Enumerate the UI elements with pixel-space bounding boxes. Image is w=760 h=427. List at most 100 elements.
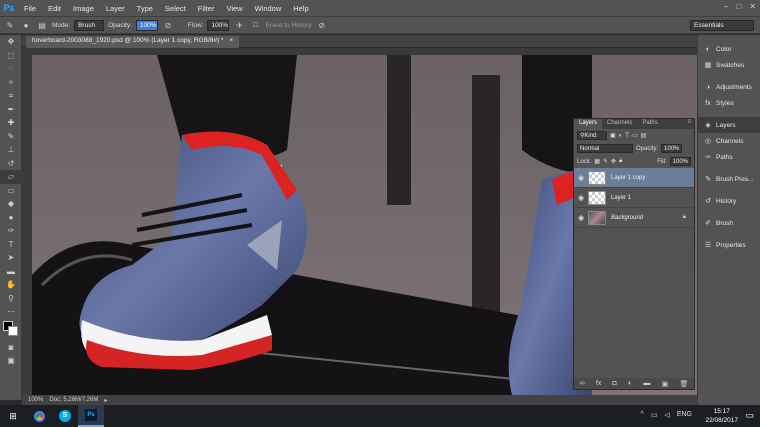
delete-layer-icon[interactable]: 🗑︎ — [679, 380, 688, 388]
new-adjustment-icon[interactable]: ◐ — [628, 380, 632, 387]
type-tool-icon[interactable]: T — [0, 238, 22, 252]
link-layers-icon[interactable]: ∞ — [580, 380, 585, 387]
lock-transparent-icon[interactable]: ▦ — [594, 158, 600, 165]
tab-channels[interactable]: Channels — [602, 119, 637, 129]
lock-pixels-icon[interactable]: ✎ — [603, 158, 608, 165]
dock-adjustments[interactable]: ◑ Adjustments — [698, 79, 760, 95]
path-select-tool-icon[interactable]: ➤ — [0, 251, 22, 265]
eraser-tool-icon[interactable]: ▱ — [0, 170, 22, 184]
move-tool-icon[interactable]: ✥ — [0, 35, 22, 49]
volume-icon[interactable]: ◁ — [664, 411, 669, 419]
zoom-level[interactable]: 100% — [28, 397, 43, 403]
visibility-eye-icon[interactable]: ◉ — [574, 214, 588, 222]
hand-tool-icon[interactable]: ✋ — [0, 278, 22, 292]
menu-view[interactable]: View — [220, 4, 248, 13]
history-brush-tool-icon[interactable]: ↺ — [0, 157, 22, 171]
layer-opacity-input[interactable]: 100% — [661, 144, 683, 153]
visibility-eye-icon[interactable]: ◉ — [574, 174, 588, 182]
dock-paths[interactable]: ✑ Paths — [698, 149, 760, 165]
color-swatches[interactable] — [0, 319, 21, 341]
lock-all-icon[interactable]: 🔒︎ — [619, 158, 622, 165]
healing-tool-icon[interactable]: ✚ — [0, 116, 22, 130]
kind-filter-select[interactable]: ⚲ Kind — [577, 131, 607, 140]
lock-position-icon[interactable]: ✥ — [611, 158, 616, 165]
minimize-button[interactable]: – — [724, 2, 728, 11]
crop-tool-icon[interactable]: ⌗ — [0, 89, 22, 103]
filter-shape-icon[interactable]: ▭ — [632, 132, 638, 139]
tray-chevron-icon[interactable]: ^ — [641, 411, 644, 419]
dock-brush[interactable]: ✐ Brush — [698, 215, 760, 231]
new-layer-icon[interactable]: ▣ — [662, 380, 669, 388]
dock-layers[interactable]: ◈ Layers — [698, 117, 760, 133]
pen-tool-icon[interactable]: ✑ — [0, 224, 22, 238]
layer-row-layer-1-copy[interactable]: ◉ Layer 1 copy — [574, 168, 694, 188]
shape-tool-icon[interactable]: ▬ — [0, 265, 22, 279]
add-mask-icon[interactable]: ◘ — [613, 380, 617, 387]
clock[interactable]: 15:17 22/08/2017 — [705, 407, 738, 425]
filter-adjustment-icon[interactable]: ◐ — [619, 133, 623, 139]
maximize-button[interactable]: □ — [736, 2, 741, 11]
erase-history-checkbox[interactable]: ☐ — [249, 19, 261, 31]
close-window-button[interactable]: ✕ — [749, 2, 756, 11]
lasso-tool-icon[interactable]: ◌ — [0, 62, 22, 76]
menu-filter[interactable]: Filter — [192, 4, 221, 13]
mode-select[interactable]: Brush — [74, 19, 105, 31]
visibility-eye-icon[interactable]: ◉ — [574, 194, 588, 202]
zoom-tool-icon[interactable]: ⚲ — [0, 292, 22, 306]
status-menu-arrow-icon[interactable]: ▸ — [104, 397, 107, 404]
eyedropper-tool-icon[interactable]: ✒ — [0, 103, 22, 117]
new-group-icon[interactable]: ▬ — [643, 380, 650, 387]
filter-type-icon[interactable]: T — [625, 133, 629, 139]
dock-brush-presets[interactable]: ✎ Brush Pres... — [698, 171, 760, 187]
menu-window[interactable]: Window — [249, 4, 288, 13]
edit-toolbar-icon[interactable]: ⋯ — [0, 305, 22, 319]
tab-paths[interactable]: Paths — [637, 119, 662, 129]
airbrush-icon[interactable]: ✈ — [233, 19, 245, 31]
brush-size-picker-icon[interactable]: ● — [20, 19, 32, 31]
gradient-tool-icon[interactable]: ▭ — [0, 184, 22, 198]
tab-layers[interactable]: Layers — [574, 119, 603, 129]
menu-file[interactable]: File — [18, 4, 42, 13]
workspace-select[interactable]: Essentials — [690, 20, 754, 31]
dock-swatches[interactable]: ▦ Swatches — [698, 57, 760, 73]
photoshop-taskbar-icon[interactable]: Ps — [78, 405, 104, 427]
skype-icon[interactable]: S — [52, 405, 78, 427]
pressure-size-icon[interactable]: ⊘ — [316, 19, 328, 31]
network-icon[interactable]: ▭ — [651, 411, 658, 419]
brush-panel-toggle-icon[interactable]: ▤ — [36, 19, 48, 31]
blend-mode-select[interactable]: Normal — [577, 144, 633, 153]
marquee-tool-icon[interactable]: ⬚ — [0, 49, 22, 63]
filter-pixel-icon[interactable]: ▣ — [610, 132, 616, 139]
quick-mask-icon[interactable]: ◙ — [0, 341, 22, 355]
dock-properties[interactable]: ☰ Properties — [698, 237, 760, 253]
doc-size[interactable]: Doc: 5.26M/7.26M — [49, 397, 98, 403]
opacity-input[interactable]: 100% — [135, 19, 158, 31]
close-document-button[interactable]: × — [229, 37, 233, 44]
add-style-icon[interactable]: fx — [596, 380, 601, 387]
eraser-tool-preset-icon[interactable]: ✎ — [4, 19, 16, 31]
layer-fill-input[interactable]: 100% — [669, 157, 691, 166]
clone-stamp-tool-icon[interactable]: ⊥ — [0, 143, 22, 157]
filter-smart-icon[interactable]: ▤ — [641, 132, 647, 139]
chrome-icon[interactable] — [26, 405, 52, 427]
menu-edit[interactable]: Edit — [42, 4, 67, 13]
dock-channels[interactable]: ◎ Channels — [698, 133, 760, 149]
menu-help[interactable]: Help — [287, 4, 314, 13]
blur-tool-icon[interactable]: ◆ — [0, 197, 22, 211]
menu-select[interactable]: Select — [159, 4, 192, 13]
dock-history[interactable]: ↺ History — [698, 193, 760, 209]
background-color-swatch[interactable] — [8, 325, 18, 336]
dock-styles[interactable]: fx Styles — [698, 95, 760, 111]
panel-menu-icon[interactable]: ≡ — [687, 119, 694, 129]
menu-image[interactable]: Image — [67, 4, 100, 13]
dodge-tool-icon[interactable]: ● — [0, 211, 22, 225]
layer-row-background[interactable]: ◉ Background 🔒︎ — [574, 208, 694, 228]
start-button[interactable]: ⊞ — [0, 405, 26, 427]
screen-mode-icon[interactable]: ▣ — [0, 354, 22, 368]
pressure-opacity-icon[interactable]: ⊘ — [162, 19, 174, 31]
document-tab[interactable]: hoverboard-2003088_1920.psd @ 100% (Laye… — [26, 36, 240, 48]
menu-type[interactable]: Type — [131, 4, 159, 13]
dock-color[interactable]: ◐ Color — [698, 41, 760, 57]
brush-tool-icon[interactable]: ✎ — [0, 130, 22, 144]
flow-input[interactable]: 100% — [207, 19, 230, 31]
